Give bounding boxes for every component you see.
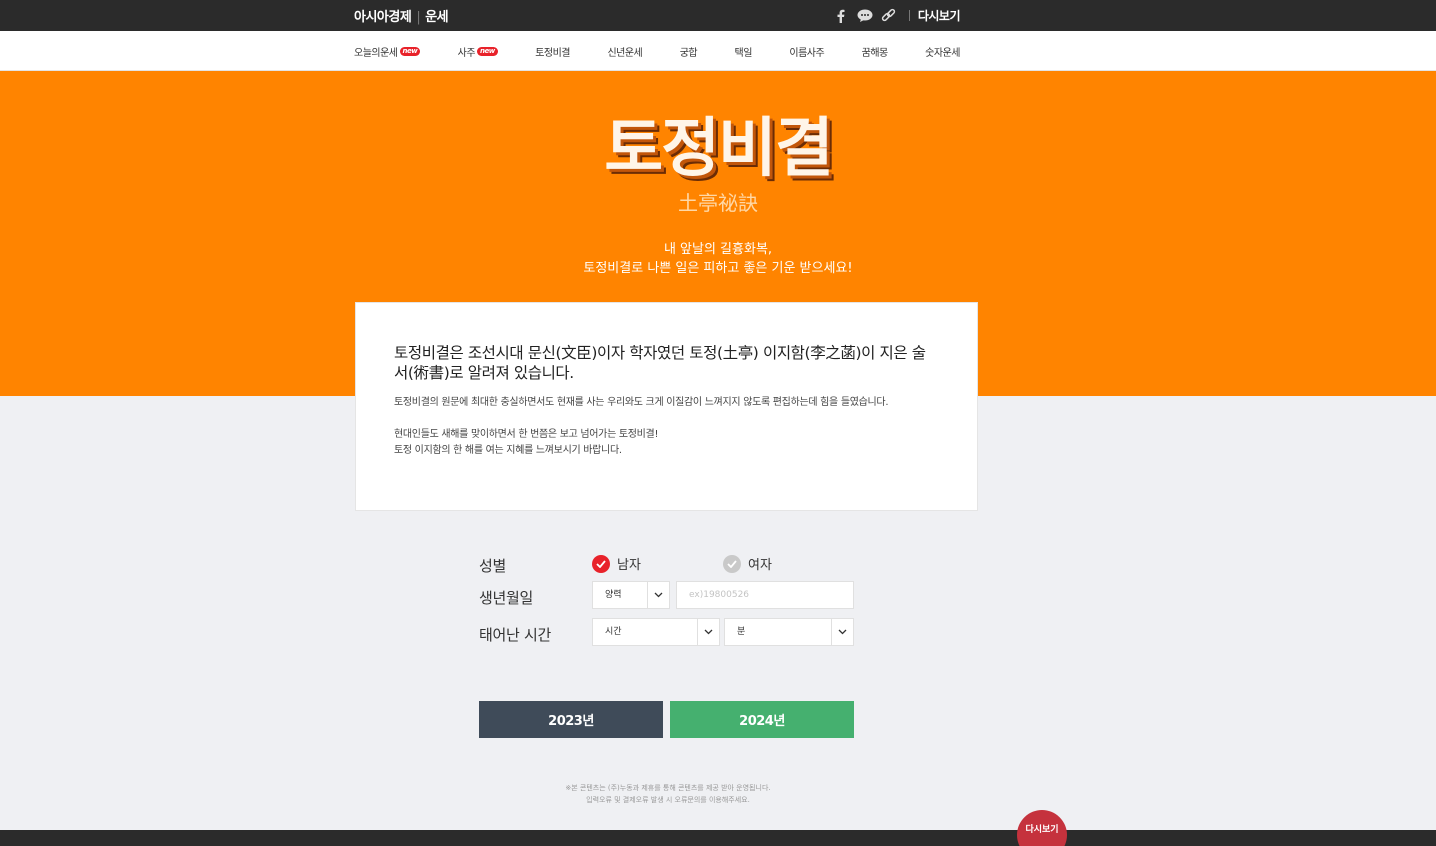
nav-item-today[interactable]: 오늘의운세 new: [354, 44, 421, 59]
nav-label: 토정비결: [535, 47, 570, 59]
gender-male-radio[interactable]: 남자: [592, 554, 641, 573]
nav-item-taekil[interactable]: 택일: [734, 44, 753, 59]
hour-select[interactable]: 시간: [592, 618, 720, 646]
year-2023-button[interactable]: 2023년: [479, 701, 663, 738]
intro-line: 토정 이지함의 한 해를 여는 지혜를 느껴보시기 바랍니다.: [394, 445, 622, 456]
nav-item-tojeong[interactable]: 토정비결: [535, 44, 570, 59]
calendar-value: 양력: [605, 590, 622, 600]
hero-hanja: 土亭祕訣: [678, 191, 758, 215]
new-badge: new: [477, 46, 498, 56]
nav-label: 이름사주: [789, 47, 825, 59]
nav-label: 택일: [734, 47, 753, 59]
divider: [908, 10, 910, 21]
intro-lead: 토정비결은 조선시대 문신(文臣)이자 학자였던 토정(土亭) 이지함(李之菡)…: [394, 344, 926, 382]
footnote-line: 입력오류 및 결제오류 발생 시 오류문의를 이용해주세요.: [586, 796, 750, 804]
chevron-down-icon: [697, 619, 719, 645]
bottom-bar: [0, 830, 1436, 846]
hour-value: 시간: [605, 627, 622, 637]
hero-desc-line1: 내 앞날의 길흉화복,: [663, 242, 773, 257]
hero-description: 내 앞날의 길흉화복, 토정비결로 나쁜 일은 피하고 좋은 기운 받으세요!: [0, 240, 1436, 278]
replay-link[interactable]: 다시보기: [918, 7, 961, 24]
brand-name: 아시아경제: [354, 10, 412, 25]
check-icon: [723, 554, 741, 573]
intro-card: 토정비결은 조선시대 문신(文臣)이자 학자였던 토정(土亭) 이지함(李之菡)…: [355, 302, 978, 511]
hero-title: 토정비결: [604, 112, 834, 186]
nav-item-name-saju[interactable]: 이름사주: [789, 44, 824, 59]
intro-paragraph: 현대인들도 새해를 맞이하면서 한 번쯤은 보고 넘어가는 토정비결! 토정 이지…: [394, 427, 939, 459]
nav-label: 오늘의운세: [354, 47, 398, 59]
gender-female-radio[interactable]: 여자: [723, 554, 772, 573]
top-bar: 아시아경제 | 운세 다시보기: [0, 0, 1436, 31]
minute-select[interactable]: 분: [724, 618, 854, 646]
nav-item-compat[interactable]: 궁합: [679, 44, 698, 59]
nav-item-dream[interactable]: 꿈해몽: [861, 44, 889, 59]
nav-label: 꿈해몽: [861, 47, 889, 59]
hero-desc-line2: 토정비결로 나쁜 일은 피하고 좋은 기운 받으세요!: [583, 261, 853, 276]
check-icon: [592, 554, 610, 573]
intro-line: 현대인들도 새해를 맞이하면서 한 번쯤은 보고 넘어가는 토정비결!: [394, 429, 659, 440]
birthdate-input[interactable]: [676, 581, 854, 609]
nav-label: 숫자운세: [925, 47, 960, 59]
floating-replay-button[interactable]: 다시보기: [1017, 810, 1067, 846]
brand-logo[interactable]: 아시아경제 | 운세: [354, 6, 449, 25]
female-label: 여자: [748, 558, 772, 573]
section-name: 운세: [425, 10, 449, 25]
calendar-select[interactable]: 양력: [592, 581, 670, 609]
nav-item-number[interactable]: 숫자운세: [925, 44, 960, 59]
gender-label: 성별: [479, 557, 507, 575]
year-2024-button[interactable]: 2024년: [670, 701, 854, 738]
footnote-line: ※본 콘텐츠는 (주)누동과 제휴를 통해 콘텐츠를 제공 받아 운영됩니다.: [565, 784, 771, 792]
footnote: ※본 콘텐츠는 (주)누동과 제휴를 통해 콘텐츠를 제공 받아 운영됩니다. …: [0, 782, 1336, 806]
chat-icon[interactable]: [857, 8, 873, 24]
nav-item-newyear[interactable]: 신년운세: [607, 44, 642, 59]
nav-label: 사주: [457, 47, 476, 59]
main-nav: 오늘의운세 new 사주 new 토정비결 신년운세 궁합 택일 이름사주 꿈해몽 …: [0, 31, 1436, 71]
facebook-icon[interactable]: [833, 8, 849, 24]
birth-label: 생년월일: [479, 589, 534, 607]
link-icon[interactable]: [881, 8, 897, 24]
nav-item-saju[interactable]: 사주 new: [458, 44, 498, 59]
birth-time-label: 태어난 시간: [479, 626, 551, 644]
minute-value: 분: [737, 627, 746, 637]
new-badge: new: [399, 46, 421, 56]
chevron-down-icon: [647, 582, 669, 608]
nav-label: 궁합: [679, 47, 698, 59]
intro-paragraph: 토정비결의 원문에 최대한 충실하면서도 현재를 사는 우리와도 크게 이질감이…: [394, 397, 889, 408]
male-label: 남자: [617, 558, 641, 573]
chevron-down-icon: [831, 619, 853, 645]
intro-body: 토정비결의 원문에 최대한 충실하면서도 현재를 사는 우리와도 크게 이질감이…: [394, 395, 939, 459]
nav-label: 신년운세: [607, 47, 643, 59]
